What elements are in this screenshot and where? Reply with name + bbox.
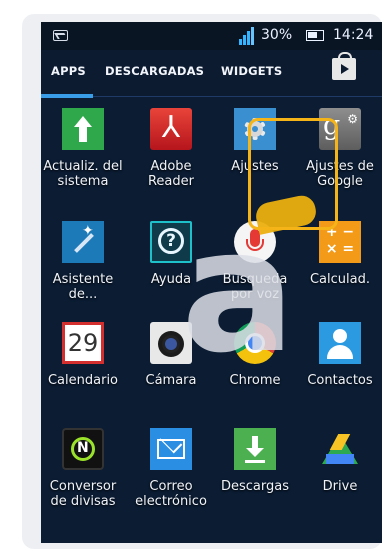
app-label: Contactos xyxy=(307,373,373,388)
email-icon xyxy=(150,428,192,470)
play-store-icon[interactable] xyxy=(332,52,356,80)
ajustes-highlight-box xyxy=(248,118,338,230)
app-label: Asistente de... xyxy=(52,272,114,302)
app-label: Descargas xyxy=(220,479,289,494)
contacts-icon xyxy=(319,322,361,364)
app-label: Correo electrónico xyxy=(135,479,207,509)
tab-descargadas[interactable]: DESCARGADAS xyxy=(105,64,204,78)
battery-percent: 30% xyxy=(261,27,293,43)
tab-widgets[interactable]: WIDGETS xyxy=(221,64,282,78)
status-bar: 30% 14:24 xyxy=(41,22,382,50)
calendar-icon: 29 xyxy=(62,322,104,364)
system-update-icon xyxy=(62,108,104,150)
app-label: Adobe Reader xyxy=(147,159,194,189)
drawer-tabs: APPS DESCARGADAS WIDGETS xyxy=(41,50,382,98)
network-signal-icon xyxy=(239,25,254,45)
tab-apps[interactable]: APPS xyxy=(51,64,86,78)
app-label: Calendario xyxy=(47,373,119,388)
adobe-reader-icon: ⅄ xyxy=(150,108,192,150)
watermark-logo: a xyxy=(181,193,296,391)
drive-icon xyxy=(319,428,361,470)
setup-wizard-icon xyxy=(62,221,104,263)
app-label: Calculad. xyxy=(309,272,370,287)
app-label: Drive xyxy=(322,479,358,494)
battery-icon xyxy=(306,30,324,41)
app-label: Conversor de divisas xyxy=(49,479,117,509)
currency-converter-icon xyxy=(62,428,104,470)
phone-screen: 30% 14:24 APPS DESCARGADAS WIDGETS Actua… xyxy=(41,22,382,543)
gallery-notification-icon xyxy=(53,30,68,41)
adobe-glyph: ⅄ xyxy=(161,110,181,145)
active-tab-indicator xyxy=(41,94,93,98)
app-label: Actualiz. del sistema xyxy=(43,159,123,189)
downloads-icon xyxy=(234,428,276,470)
clock: 14:24 xyxy=(333,27,374,43)
